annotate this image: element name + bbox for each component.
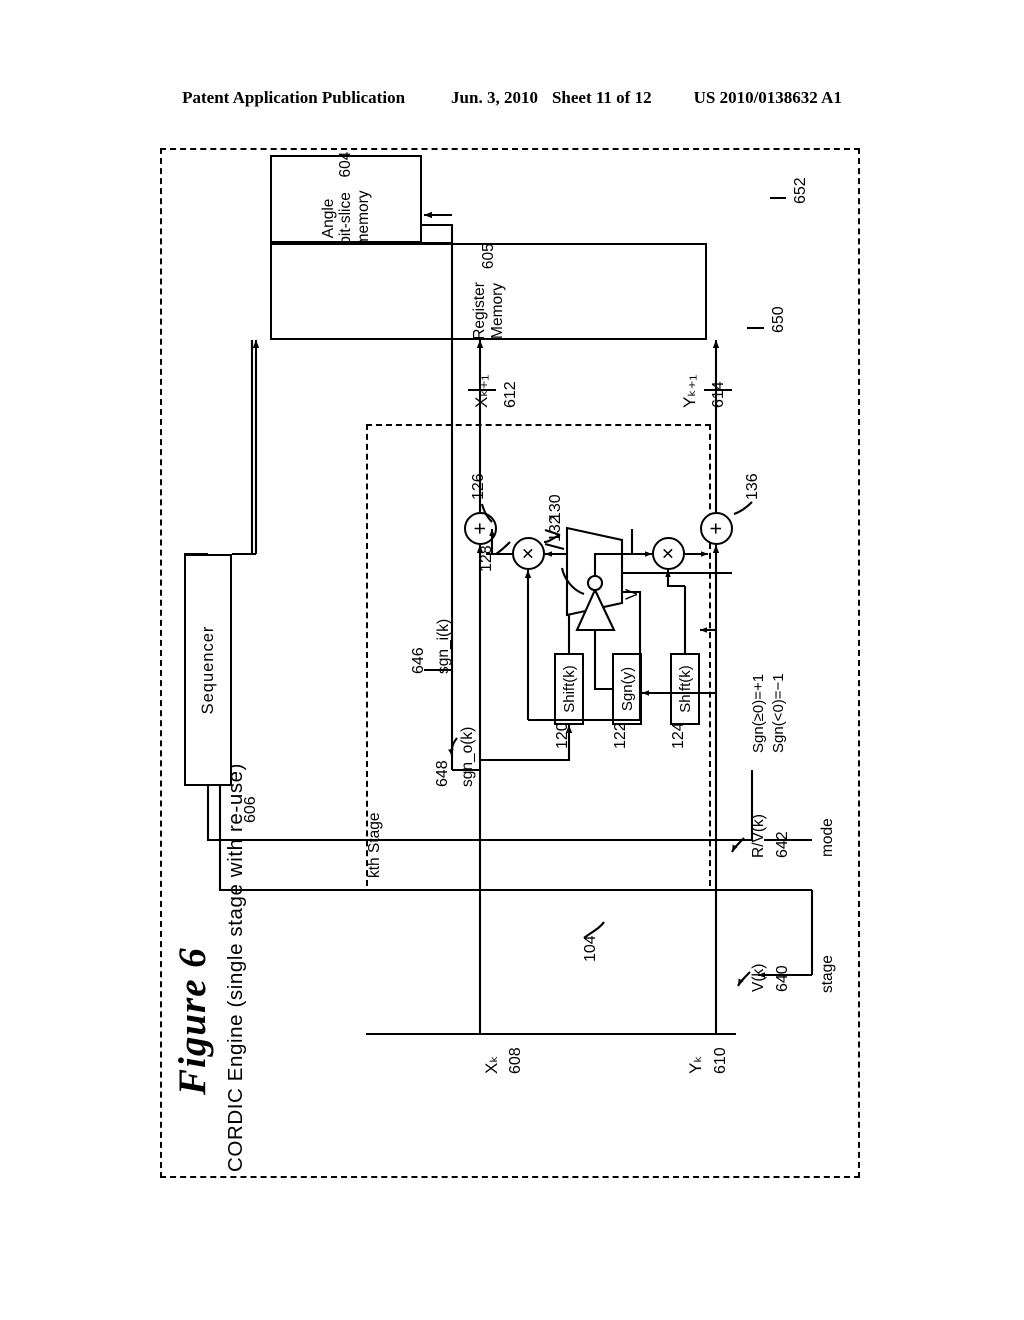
y-in-label: Yₖ: [686, 1055, 705, 1074]
sgn-positive-note: Sgn(≥0)=+1: [750, 673, 767, 753]
shift-k-bottom-block: Shift(k): [670, 653, 700, 725]
sgn-out-ref: 648: [434, 760, 451, 787]
rv-mode-ref: 642: [774, 831, 791, 858]
multiplier-y-operator: ×: [652, 537, 685, 570]
sgn-y-block: Sgn(y): [612, 653, 642, 725]
shift-k-top-block: Shift(k): [554, 653, 584, 725]
x-in-ref: 608: [507, 1047, 524, 1074]
mode-label: mode: [819, 818, 836, 857]
kth-stage-label: kth Stage: [366, 812, 383, 879]
sgn-negative-note: Sgn(<0)=−1: [770, 673, 787, 753]
multiplier-x-operator: ×: [512, 537, 545, 570]
angle-memory-label: Angle bit-slice memory: [319, 190, 372, 247]
shift-k-top-label: Shift(k): [560, 665, 578, 713]
outer-boundary-ref: 652: [792, 177, 809, 204]
figure-subtitle: CORDIC Engine (single stage with re-use): [224, 762, 247, 1172]
sequencer-ref: 606: [242, 796, 259, 823]
rv-mode-label: R/V(k): [750, 814, 767, 858]
adder-x-ref: 126: [470, 473, 487, 500]
multiplier-y-glyph: ×: [657, 547, 680, 560]
v-k-ref: 640: [774, 965, 791, 992]
sgn-y-label: Sgn(y): [618, 666, 636, 712]
adder-y-ref: 136: [744, 473, 761, 500]
inverter-ref: 134: [565, 537, 582, 564]
bus-ref: 650: [770, 306, 787, 333]
figure-region: Figure 6 CORDIC Engine (single stage wit…: [0, 0, 1024, 1320]
adder-x-operator: +: [464, 512, 497, 545]
kth-stage-ref: 104: [582, 935, 599, 962]
multiplier-x-ref: 128: [478, 545, 495, 572]
adder-y-glyph: +: [705, 522, 728, 535]
figure-canvas: Figure 6 CORDIC Engine (single stage wit…: [152, 130, 872, 1190]
x-in-label: Xₖ: [482, 1055, 501, 1074]
stage-left-edge: [366, 1033, 711, 1035]
shift-k-bottom-label: Shift(k): [676, 665, 694, 713]
sequencer-label: Sequencer: [198, 625, 217, 715]
stage-label: stage: [819, 955, 836, 993]
adder-y-operator: +: [700, 512, 733, 545]
register-memory-ref: 605: [479, 243, 497, 270]
x-out-label: Xₖ₊₁: [472, 374, 491, 408]
shift-k-bottom-ref: 124: [670, 722, 687, 749]
y-in-ref: 610: [712, 1047, 729, 1074]
mux-ref-bottom: 132: [547, 515, 564, 542]
sgn-y-ref: 122: [612, 722, 629, 749]
sgn-out-label: sgn_o(k): [459, 726, 476, 787]
sgn-in-label: sgn_i(k): [435, 618, 452, 674]
sequencer-block: Sequencer: [184, 554, 232, 786]
angle-memory-ref: 604: [336, 151, 354, 178]
mux-input-bottom-label: V: [622, 588, 641, 600]
v-k-label: V(k): [750, 963, 767, 992]
y-out-ref: 614: [710, 381, 727, 408]
adder-x-glyph: +: [469, 522, 492, 535]
figure-title: Figure 6: [171, 947, 214, 1095]
x-out-ref: 612: [502, 381, 519, 408]
mux-input-top-label: R: [576, 587, 595, 600]
multiplier-x-glyph: ×: [517, 547, 540, 560]
y-out-label: Yₖ₊₁: [680, 374, 699, 408]
shift-k-top-ref: 120: [554, 722, 571, 749]
angle-bit-slice-memory-block: Angle bit-slice memory 604: [270, 151, 422, 247]
register-memory-block: Register Memory 605: [270, 243, 707, 340]
register-memory-label: Register Memory: [471, 282, 506, 340]
sgn-in-ref: 646: [410, 647, 427, 674]
